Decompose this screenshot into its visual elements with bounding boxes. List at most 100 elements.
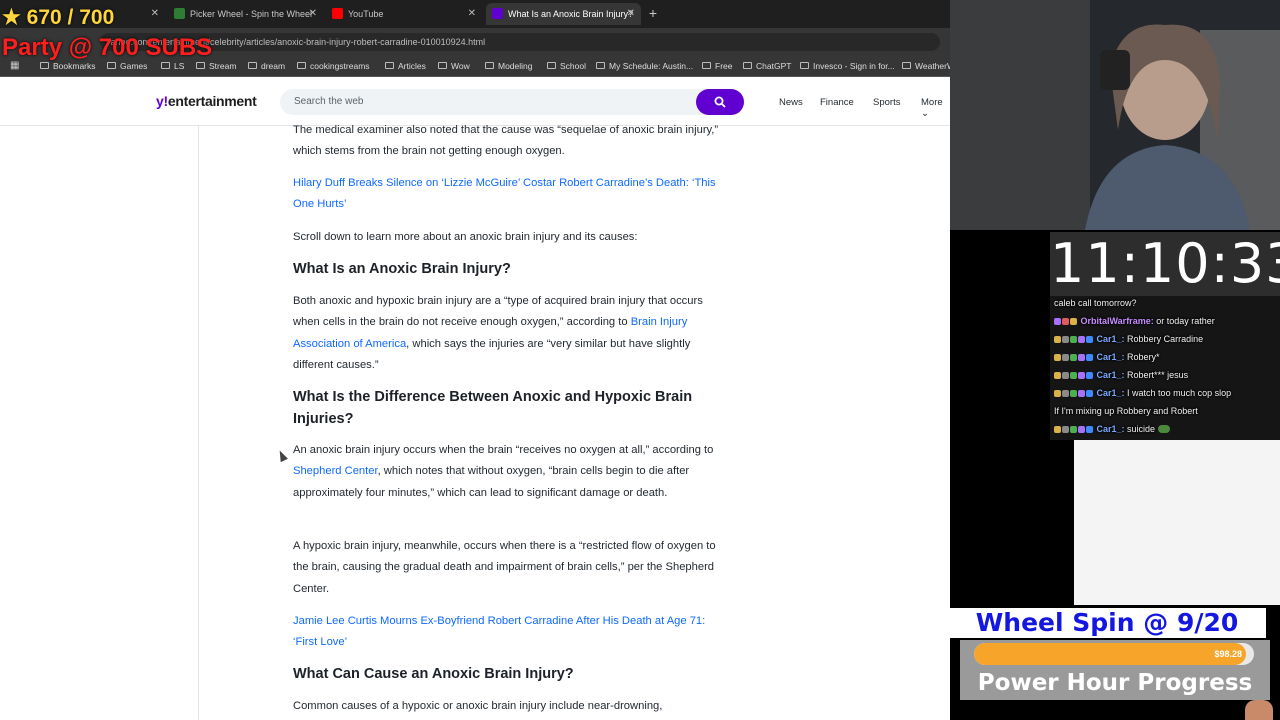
folder-icon xyxy=(297,62,306,69)
article-paragraph: A hypoxic brain injury, meanwhile, occur… xyxy=(293,540,716,595)
sub-counter: ★ 670 / 700 xyxy=(2,6,115,29)
bookmark-my-schedule[interactable]: My Schedule: Austin... xyxy=(596,59,693,73)
tab-label: YouTube xyxy=(348,9,384,19)
badge-icon xyxy=(1054,426,1061,433)
close-icon[interactable]: ✕ xyxy=(151,3,159,25)
bookmark-school[interactable]: School xyxy=(547,59,586,73)
power-hour-widget: $98.28 Power Hour Progress xyxy=(960,640,1270,700)
bookmark-dream[interactable]: dream xyxy=(248,59,285,73)
badge-icon xyxy=(1078,354,1085,361)
chat-message: If I'm mixing up Robbery and Robert xyxy=(1054,406,1198,416)
article-paragraph: An anoxic brain injury occurs when the b… xyxy=(293,444,714,499)
badge-icon xyxy=(1054,336,1061,343)
related-link[interactable]: Jamie Lee Curtis Mourns Ex-Boyfriend Rob… xyxy=(293,611,723,654)
yahoo-favicon-icon xyxy=(492,8,503,19)
badge-icon xyxy=(1070,390,1077,397)
chevron-down-icon: ⌄ xyxy=(921,108,929,119)
globe-icon xyxy=(596,62,605,69)
badge-icon xyxy=(1062,390,1069,397)
close-icon[interactable]: ✕ xyxy=(309,3,317,25)
folder-icon xyxy=(248,62,257,69)
badge-icon xyxy=(1078,426,1085,433)
badge-icon xyxy=(1078,336,1085,343)
search-button[interactable] xyxy=(696,89,744,115)
badge-icon xyxy=(1086,390,1093,397)
site-header: y!entertainment Search the web News Fina… xyxy=(0,77,950,126)
badge-icon xyxy=(1070,372,1077,379)
badge-icon xyxy=(1070,354,1077,361)
tab-active-article[interactable]: What Is an Anoxic Brain Injury? ✕ xyxy=(486,3,641,25)
folder-icon xyxy=(107,62,116,69)
star-icon: ★ xyxy=(2,6,21,29)
bookmark-modeling[interactable]: Modeling xyxy=(485,59,533,73)
chat-message: Car1_: I watch too much cop slop xyxy=(1054,388,1231,398)
badge-icon xyxy=(1054,372,1061,379)
badge-icon xyxy=(1062,336,1069,343)
related-link[interactable]: Hilary Duff Breaks Silence on ‘Lizzie Mc… xyxy=(293,173,723,216)
party-goal: Party @ 700 SUBS xyxy=(2,34,213,61)
close-icon[interactable]: ✕ xyxy=(627,3,635,25)
progress-amount: $98.28 xyxy=(1214,649,1242,659)
article-paragraph: The medical examiner also noted that the… xyxy=(293,124,719,158)
badge-icon xyxy=(1070,318,1077,325)
badge-icon xyxy=(1070,426,1077,433)
shepherd-center-link[interactable]: Shepherd Center xyxy=(293,465,378,477)
badge-icon xyxy=(1086,372,1093,379)
content-divider xyxy=(198,125,199,720)
nav-more[interactable]: More ⌄ xyxy=(921,97,950,119)
section-heading: What Can Cause an Anoxic Brain Injury? xyxy=(293,666,574,682)
search-input[interactable]: Search the web xyxy=(294,89,364,115)
chat-message: OrbitalWarframe: or today rather xyxy=(1054,316,1215,326)
nav-sports[interactable]: Sports xyxy=(873,97,900,108)
badge-icon xyxy=(1054,354,1061,361)
webcam-feed xyxy=(950,0,1280,230)
yahoo-entertainment-logo[interactable]: y!entertainment xyxy=(156,93,257,109)
badge-icon xyxy=(1054,390,1061,397)
search-icon xyxy=(714,96,726,108)
badge-icon xyxy=(1062,426,1069,433)
chat-message: Car1_: suicide xyxy=(1054,424,1170,434)
weather-icon xyxy=(902,62,911,69)
url-field[interactable]: yahoo.com/entertainment/celebrity/articl… xyxy=(100,33,940,51)
nav-news[interactable]: News xyxy=(779,97,803,108)
bookmark-wow[interactable]: Wow xyxy=(438,59,470,73)
chat-message: Car1_: Robert*** jesus xyxy=(1054,370,1188,380)
badge-icon xyxy=(1062,318,1069,325)
bookmark-free[interactable]: Free xyxy=(702,59,732,73)
chatgpt-icon xyxy=(743,62,752,69)
tab-picker-wheel[interactable]: Picker Wheel - Spin the Wheel ✕ xyxy=(168,3,323,25)
close-icon[interactable]: ✕ xyxy=(468,3,476,25)
bookmark-chatgpt[interactable]: ChatGPT xyxy=(743,59,791,73)
new-tab-icon[interactable]: + xyxy=(645,5,661,21)
badge-icon xyxy=(1078,372,1085,379)
frog-emote-icon xyxy=(1157,425,1170,433)
badge-icon xyxy=(1078,390,1085,397)
chat-message: Car1_: Robery* xyxy=(1054,352,1160,362)
tab-label: Picker Wheel - Spin the Wheel xyxy=(190,9,313,19)
folder-icon xyxy=(161,62,170,69)
bookmark-weather[interactable]: WeatherW xyxy=(902,59,950,73)
tab-youtube[interactable]: YouTube ✕ xyxy=(326,3,482,25)
badge-icon xyxy=(1062,372,1069,379)
article-paragraph: Scroll down to learn more about an anoxi… xyxy=(293,231,638,243)
section-heading: What Is the Difference Between Anoxic an… xyxy=(293,389,693,427)
avatar xyxy=(1245,700,1273,720)
folder-icon xyxy=(438,62,447,69)
badge-icon xyxy=(1062,354,1069,361)
badge-icon xyxy=(1070,336,1077,343)
wheel-spin-goal: Wheel Spin @ 9/20 SUBS xyxy=(948,608,1266,667)
tab-label: What Is an Anoxic Brain Injury? xyxy=(508,9,634,19)
chat-message: Car1_: Robbery Carradine xyxy=(1054,334,1203,344)
browser-window: ✕ Picker Wheel - Spin the Wheel ✕ YouTub… xyxy=(0,0,950,720)
badge-icon xyxy=(1054,318,1061,325)
nav-finance[interactable]: Finance xyxy=(820,97,854,108)
folder-icon xyxy=(485,62,494,69)
article-paragraph: Both anoxic and hypoxic brain injury are… xyxy=(293,295,703,371)
bookmark-cookingstreams[interactable]: cookingstreams xyxy=(297,59,370,73)
bookmark-articles[interactable]: Articles xyxy=(385,59,426,73)
section-heading: What Is an Anoxic Brain Injury? xyxy=(293,261,511,277)
mouse-cursor-icon xyxy=(276,448,288,463)
bookmark-invesco[interactable]: Invesco - Sign in for... xyxy=(800,59,895,73)
progress-fill xyxy=(974,643,1246,665)
tab-bar: ✕ Picker Wheel - Spin the Wheel ✕ YouTub… xyxy=(0,0,950,28)
